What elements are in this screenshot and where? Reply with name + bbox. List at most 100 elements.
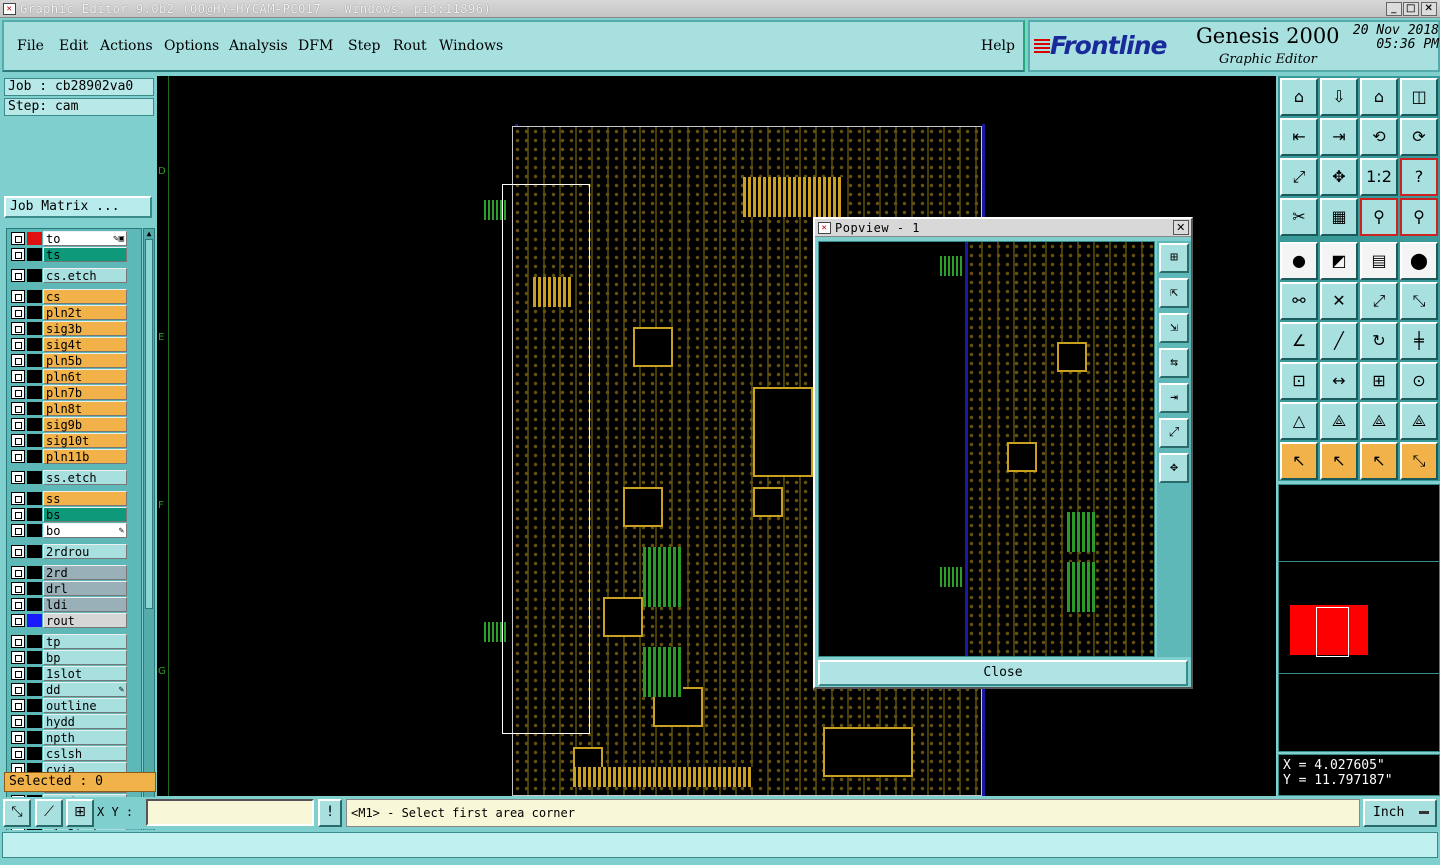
layer-name[interactable]: pln7b [43,385,127,400]
home-icon[interactable]: ⌂ [1280,78,1318,116]
layer-row-hydd[interactable]: hydd [9,714,129,729]
popview-pan-up-icon[interactable]: ⇱ [1159,278,1189,308]
layer-color-swatch[interactable] [27,598,42,611]
layer-color-swatch[interactable] [27,582,42,595]
tri-d-icon[interactable]: ⟁ [1400,402,1438,440]
layer-row-cs[interactable]: cs [9,289,129,304]
layer-name[interactable]: ldi [43,597,127,612]
menu-rout[interactable]: Rout [393,38,427,54]
layer-row-bo[interactable]: bo ✎ [9,523,129,538]
scroll-thumb[interactable] [145,239,153,609]
popview-zoom-fit-icon[interactable]: ⊞ [1159,243,1189,273]
layer-row-drl[interactable]: drl [9,581,129,596]
layer-name[interactable]: drl [43,581,127,596]
job-matrix-button[interactable]: Job Matrix ... [4,196,152,218]
layer-checkbox[interactable] [11,232,25,245]
layer-color-swatch[interactable] [27,747,42,760]
layer-checkbox[interactable] [11,370,25,383]
layer-name[interactable]: bs [43,507,127,522]
grid-icon[interactable]: ▦ [1320,198,1358,236]
layer-checkbox[interactable] [11,269,25,282]
layer-row-2rd[interactable]: 2rd [9,565,129,580]
popview-close-icon[interactable]: ✕ [1173,220,1189,235]
layer-row-sig3b[interactable]: sig3b [9,321,129,336]
layer-color-swatch[interactable] [27,434,42,447]
layer-color-swatch[interactable] [27,651,42,664]
menu-analysis[interactable]: Analysis [229,38,288,54]
pointer-b-icon[interactable]: ↖ [1320,442,1358,480]
layer-name[interactable]: sig3b [43,321,127,336]
help-icon[interactable]: ? [1400,158,1438,196]
layer-row-tp[interactable]: tp [9,634,129,649]
layer-row-bp[interactable]: bp [9,650,129,665]
redo-icon[interactable]: ⟳ [1400,118,1438,156]
menu-dfm[interactable]: DFM [298,38,333,54]
layer-checkbox[interactable] [11,322,25,335]
layer-checkbox[interactable] [11,715,25,728]
pointer-c-icon[interactable]: ↖ [1360,442,1398,480]
tri-b-icon[interactable]: ⟁ [1320,402,1358,440]
layer-color-swatch[interactable] [27,269,42,282]
popview-pan-right-icon[interactable]: ⇥ [1159,383,1189,413]
scroll-up-icon[interactable]: ▲ [144,229,154,239]
layer-row-pln5b[interactable]: pln5b [9,353,129,368]
layer-checkbox[interactable] [11,402,25,415]
popview-close-button[interactable]: Close [818,660,1188,686]
layer-checkbox[interactable] [11,667,25,680]
layer-name[interactable]: dd ✎ [43,682,127,697]
layer-color-swatch[interactable] [27,386,42,399]
layer-checkbox[interactable] [11,471,25,484]
menu-file[interactable]: File [17,38,44,54]
layer-checkbox[interactable] [11,683,25,696]
layer-color-swatch[interactable] [27,370,42,383]
point-icon[interactable]: ⬤ [1400,242,1438,280]
popview-pan-down-icon[interactable]: ⇲ [1159,313,1189,343]
layer-checkbox[interactable] [11,386,25,399]
arc-icon[interactable]: ↻ [1360,322,1398,360]
layer-color-swatch[interactable] [27,545,42,558]
angle-icon[interactable]: ∠ [1280,322,1318,360]
layer-row-bs[interactable]: bs [9,507,129,522]
layer-checkbox[interactable] [11,545,25,558]
layer-color-swatch[interactable] [27,471,42,484]
layer-name[interactable]: npth [43,730,127,745]
layer-color-swatch[interactable] [27,232,42,245]
grid-icon[interactable]: ⊞ [66,799,94,827]
line-icon[interactable]: ╱ [1320,322,1358,360]
layer-checkbox[interactable] [11,524,25,537]
layer-name[interactable]: tp [43,634,127,649]
close-window-button[interactable]: ✕ [1421,2,1437,16]
layer-color-swatch[interactable] [27,290,42,303]
route-icon[interactable]: ⤡ [1400,442,1438,480]
layer-row-pln6t[interactable]: pln6t [9,369,129,384]
layer-row-sig4t[interactable]: sig4t [9,337,129,352]
tri-a-icon[interactable]: △ [1280,402,1318,440]
layer-color-swatch[interactable] [27,450,42,463]
tri-c-icon[interactable]: ⟁ [1360,402,1398,440]
layer-name[interactable]: sig9b [43,417,127,432]
layer-color-swatch[interactable] [27,715,42,728]
layer-color-swatch[interactable] [27,322,42,335]
popview-zoom-out-icon[interactable]: ✥ [1159,453,1189,483]
layer-color-swatch[interactable] [27,614,42,627]
layer-name[interactable]: ts [43,247,127,262]
layer-checkbox[interactable] [11,306,25,319]
save-icon[interactable]: ⇩ [1320,78,1358,116]
layer-checkbox[interactable] [11,508,25,521]
layer-row-pln2t[interactable]: pln2t [9,305,129,320]
layer-row-pln8t[interactable]: pln8t [9,401,129,416]
minimize-button[interactable]: _ [1386,2,1402,16]
layer-name[interactable]: pln5b [43,353,127,368]
layer-name[interactable]: bo ✎ [43,523,127,538]
popview-zoom-in-icon[interactable]: ⤢ [1159,418,1189,448]
layer-row-to[interactable]: to ✎▣ [9,231,129,246]
status-icon[interactable]: ⚲ [1360,198,1398,236]
layer-name[interactable]: outline [43,698,127,713]
maximize-button[interactable]: □ [1403,2,1419,16]
snap-icon[interactable]: ◩ [1320,242,1358,280]
select-icon[interactable]: ● [1280,242,1318,280]
layer-name[interactable]: rout [43,613,127,628]
layer-checkbox[interactable] [11,290,25,303]
layer-color-swatch[interactable] [27,492,42,505]
layer-checkbox[interactable] [11,338,25,351]
